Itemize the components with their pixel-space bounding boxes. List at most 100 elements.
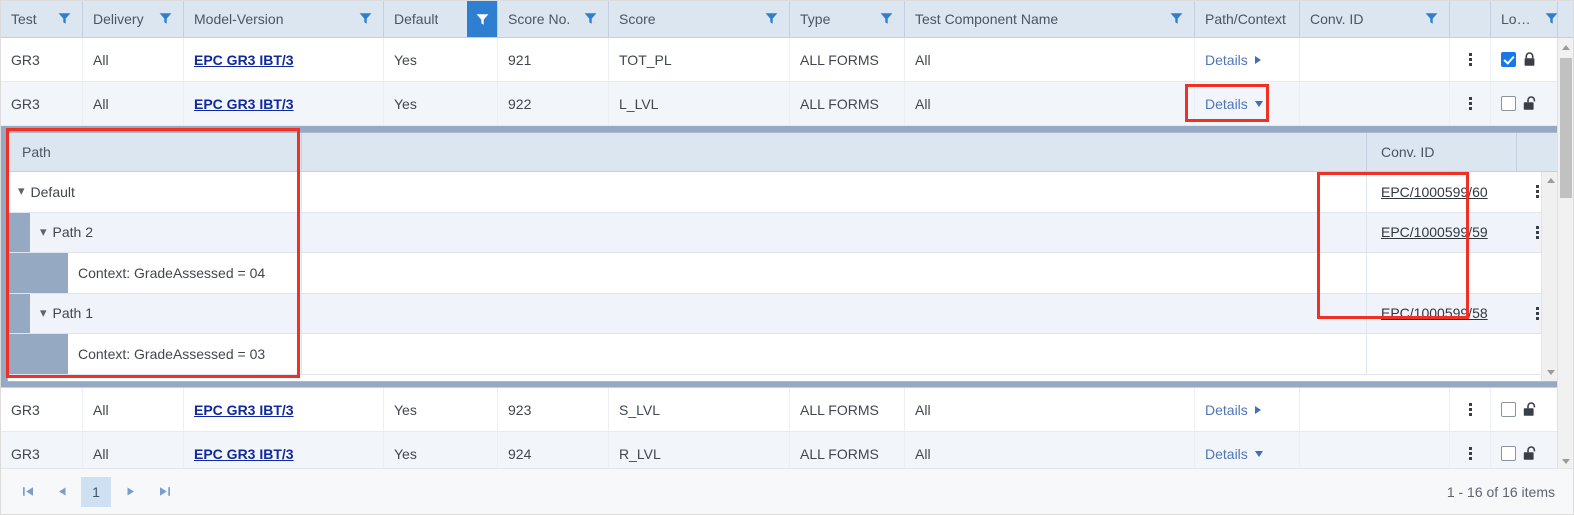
table-row[interactable]: GR3 All EPC GR3 IBT/3 Yes 924 R_LVL ALL FORMS A… [1,432,1559,470]
tree-indent [8,334,68,374]
tree-node[interactable]: ▾ Path 2 [30,224,93,240]
pager-last-button[interactable] [149,477,179,507]
filter-icon[interactable] [58,12,72,26]
grid-vertical-scrollbar[interactable] [1557,38,1573,470]
column-header-conv-id[interactable]: Conv. ID [1300,1,1450,37]
table-row[interactable]: GR3 All EPC GR3 IBT/3 Yes 922 L_LVL ALL FORMS A… [1,82,1559,126]
path-detail-row[interactable]: ▾ Path 2 EPC/1000599/59 [8,212,1558,253]
cell-path-context: Details [1195,82,1300,125]
cell-delivery: All [83,38,184,81]
model-version-link[interactable]: EPC GR3 IBT/3 [194,52,294,68]
detail-column-header-path[interactable]: Path [8,133,302,171]
filter-icon[interactable] [359,12,373,26]
detail-column-header-conv-id[interactable]: Conv. ID [1367,133,1517,171]
cell-score-no-value: 921 [508,51,532,68]
cell-test-value: GR3 [11,51,40,68]
detail-spacer-cell [302,212,1367,252]
row-menu-icon[interactable] [1462,403,1478,416]
conv-id-link[interactable]: EPC/1000599/60 [1381,184,1488,200]
filter-icon[interactable] [159,12,173,26]
details-toggle[interactable]: Details [1205,52,1261,68]
tree-indent [8,212,30,252]
path-detail-row[interactable]: Context: GradeAssessed = 04 [8,253,1558,294]
cell-locking [1491,388,1559,431]
cell-locking [1491,82,1559,125]
cell-test-value: GR3 [11,95,40,112]
model-version-link[interactable]: EPC GR3 IBT/3 [194,402,294,418]
cell-test: GR3 [1,82,83,125]
column-header-type[interactable]: Type [790,1,905,37]
tree-node[interactable]: Context: GradeAssessed = 04 [68,265,265,281]
column-header-test[interactable]: Test [1,1,83,37]
column-header-score[interactable]: Score [609,1,790,37]
tree-node-label: Path 2 [52,224,94,241]
model-version-link[interactable]: EPC GR3 IBT/3 [194,96,294,112]
path-detail-row[interactable]: ▾ Default EPC/1000599/60 [8,172,1558,213]
path-context-detail-panel: Path Conv. ID ▾ Default EPC/1000599/60 ▾ Path … [1,126,1559,388]
column-header-path-context[interactable]: Path/Context [1195,1,1300,37]
table-row[interactable]: GR3 All EPC GR3 IBT/3 Yes 921 TOT_PL ALL FORMS… [1,38,1559,82]
cell-default: Yes [384,38,498,81]
scroll-up-icon[interactable] [1558,38,1573,56]
row-menu-icon[interactable] [1462,97,1478,110]
filter-icon[interactable] [1170,12,1184,26]
chevron-right-icon[interactable] [1254,55,1261,64]
locking-checkbox[interactable] [1501,96,1516,111]
column-header-test-component-name[interactable]: Test Component Name [905,1,1195,37]
pager-page-1[interactable]: 1 [81,476,111,507]
filter-icon[interactable] [880,12,894,26]
chevron-down-icon[interactable] [1254,450,1263,457]
filter-icon-active[interactable] [467,1,497,37]
filter-icon[interactable] [584,12,598,26]
cell-row-actions [1450,388,1491,431]
conv-id-link[interactable]: EPC/1000599/59 [1381,224,1488,240]
cell-delivery: All [83,82,184,125]
filter-icon[interactable] [765,12,779,26]
column-header-delivery[interactable]: Delivery [83,1,184,37]
pager-first-button[interactable] [13,477,43,507]
details-toggle[interactable]: Details [1205,446,1263,462]
pager-item-count: 1 - 16 of 16 items [1446,483,1555,500]
details-toggle[interactable]: Details [1205,96,1263,112]
detail-panel-scrollbar[interactable] [1541,172,1558,381]
table-row[interactable]: GR3 All EPC GR3 IBT/3 Yes 923 S_LVL ALL FORMS A… [1,388,1559,432]
pager-next-button[interactable] [115,477,145,507]
path-detail-row[interactable]: ▾ Path 1 EPC/1000599/58 [8,293,1558,334]
filter-icon[interactable] [1425,12,1439,26]
cell-score: S_LVL [609,388,790,431]
locking-checkbox[interactable] [1501,52,1516,67]
conv-id-link[interactable]: EPC/1000599/58 [1381,305,1488,321]
scrollbar-thumb[interactable] [1560,58,1572,198]
tree-node[interactable]: ▾ Default [8,184,75,200]
locking-checkbox[interactable] [1501,402,1516,417]
detail-column-header-spacer [302,133,1367,171]
row-menu-icon[interactable] [1462,53,1478,66]
pager-prev-button[interactable] [47,477,77,507]
row-menu-icon[interactable] [1462,447,1478,460]
chevron-down-icon[interactable]: ▾ [40,225,47,238]
path-detail-row[interactable]: Context: GradeAssessed = 03 [8,334,1558,375]
detail-conv-id-cell: EPC/1000599/58 [1367,293,1558,333]
column-header-model-version[interactable]: Model-Version [184,1,384,37]
cell-type-value: ALL FORMS [800,51,879,68]
details-toggle[interactable]: Details [1205,402,1261,418]
locking-control [1501,51,1537,68]
cell-default-value: Yes [394,51,417,68]
column-header-default[interactable]: Default [384,1,498,37]
column-header-score-no[interactable]: Score No. [498,1,609,37]
chevron-down-icon[interactable]: ▾ [40,306,47,319]
model-version-link[interactable]: EPC GR3 IBT/3 [194,446,294,462]
cell-test-component-name: All [905,38,1195,81]
locking-checkbox[interactable] [1501,446,1516,461]
chevron-down-icon[interactable]: ▾ [18,184,25,197]
tree-node[interactable]: ▾ Path 1 [30,305,93,321]
tree-node[interactable]: Context: GradeAssessed = 03 [68,346,265,362]
locking-control [1501,445,1537,462]
column-header-spacer[interactable] [1450,1,1491,37]
chevron-down-icon[interactable] [1254,100,1263,107]
cell-conv-id [1300,38,1450,81]
cell-delivery: All [83,432,184,470]
chevron-right-icon[interactable] [1254,405,1261,414]
cell-test-component-name-value: All [915,445,931,462]
pager: 1 1 - 16 of 16 items [1,468,1573,514]
